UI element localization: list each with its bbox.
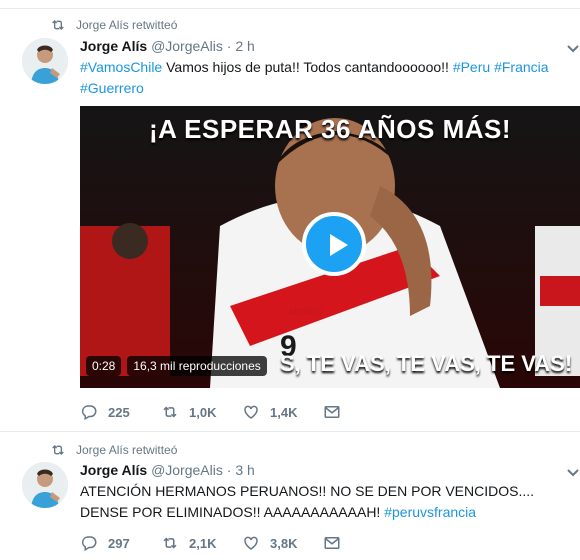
- retweet-context: Jorge Alís retwitteó: [50, 442, 177, 458]
- reply-icon: [81, 536, 97, 552]
- text-part[interactable]: #peruvsfrancia: [384, 504, 476, 520]
- reply-button[interactable]: 225: [80, 403, 161, 421]
- retweet-icon: [52, 20, 64, 30]
- user-name[interactable]: Jorge Alís: [80, 462, 147, 478]
- text-part[interactable]: #Guerrero: [80, 80, 144, 96]
- video-caption-top: ¡A ESPERAR 36 AÑOS MÁS!: [148, 114, 512, 144]
- like-button[interactable]: 1,4K: [242, 403, 323, 421]
- text-part: Vamos hijos de puta!! Todos cantandooooo…: [162, 59, 453, 75]
- retweet-icon: [163, 406, 177, 418]
- play-icon[interactable]: [302, 212, 366, 276]
- text-part[interactable]: #Francia: [494, 59, 548, 75]
- retweet-icon: [163, 537, 177, 549]
- message-icon: [324, 406, 340, 418]
- retweet-label: Jorge Alís retwitteó: [76, 18, 178, 32]
- text-part[interactable]: #Peru: [453, 59, 490, 75]
- message-button[interactable]: [323, 534, 404, 552]
- retweet-button[interactable]: 2,1K: [161, 534, 242, 552]
- video-info: 0:28 16,3 mil reproducciones: [86, 356, 267, 376]
- message-button[interactable]: [323, 403, 404, 421]
- like-button[interactable]: 3,8K: [242, 534, 323, 552]
- tweet-separator: [0, 431, 580, 432]
- tweet-text: ATENCIÓN HERMANOS PERUANOS!! NO SE DEN P…: [80, 481, 565, 523]
- user-name[interactable]: Jorge Alís: [80, 38, 147, 54]
- retweet-button[interactable]: 1,0K: [161, 403, 242, 421]
- like-count: 3,8K: [270, 535, 298, 551]
- message-icon: [324, 537, 340, 549]
- top-border: [0, 0, 580, 9]
- video-caption-bottom: S, TE VAS, TE VAS, TE VAS!: [280, 351, 573, 376]
- reply-button[interactable]: 297: [80, 534, 161, 552]
- tweet-header: Jorge Alís @JorgeAlis · 3 h: [80, 462, 255, 478]
- tweet-actions: 297 2,1K 3,8K: [80, 534, 404, 552]
- text-part[interactable]: #VamosChile: [80, 59, 162, 75]
- like-icon: [244, 536, 258, 550]
- tweet-header: Jorge Alís @JorgeAlis · 2 h: [80, 38, 255, 54]
- video-player[interactable]: umbro 9 ¡A ESPERAR 36 AÑOS MÁS! S, TE VA…: [80, 106, 580, 388]
- dot-separator: ·: [226, 38, 232, 54]
- timestamp[interactable]: 2 h: [235, 38, 254, 54]
- retweet-icon: [52, 445, 64, 455]
- retweet-count: 2,1K: [189, 535, 217, 551]
- user-handle[interactable]: @JorgeAlis: [151, 462, 223, 478]
- chevron-down-icon[interactable]: [566, 41, 580, 55]
- timestamp[interactable]: 3 h: [235, 462, 254, 478]
- video-duration: 0:28: [86, 356, 122, 376]
- like-icon: [244, 405, 258, 419]
- user-handle[interactable]: @JorgeAlis: [151, 38, 223, 54]
- dot-separator: ·: [226, 462, 232, 478]
- retweet-context: Jorge Alís retwitteó: [50, 17, 177, 33]
- tweet-text: #VamosChile Vamos hijos de puta!! Todos …: [80, 57, 565, 99]
- avatar[interactable]: [22, 462, 68, 508]
- chevron-down-icon[interactable]: [566, 465, 580, 479]
- reply-icon: [81, 405, 97, 421]
- video-views: 16,3 mil reproducciones: [127, 356, 267, 376]
- reply-count: 297: [108, 535, 130, 551]
- tweet-actions: 225 1,0K 1,4K: [80, 403, 404, 421]
- jersey-brand: umbro: [290, 305, 325, 317]
- avatar[interactable]: [22, 38, 68, 84]
- reply-count: 225: [108, 404, 130, 420]
- retweet-label: Jorge Alís retwitteó: [76, 443, 178, 457]
- like-count: 1,4K: [270, 404, 298, 420]
- retweet-count: 1,0K: [189, 404, 217, 420]
